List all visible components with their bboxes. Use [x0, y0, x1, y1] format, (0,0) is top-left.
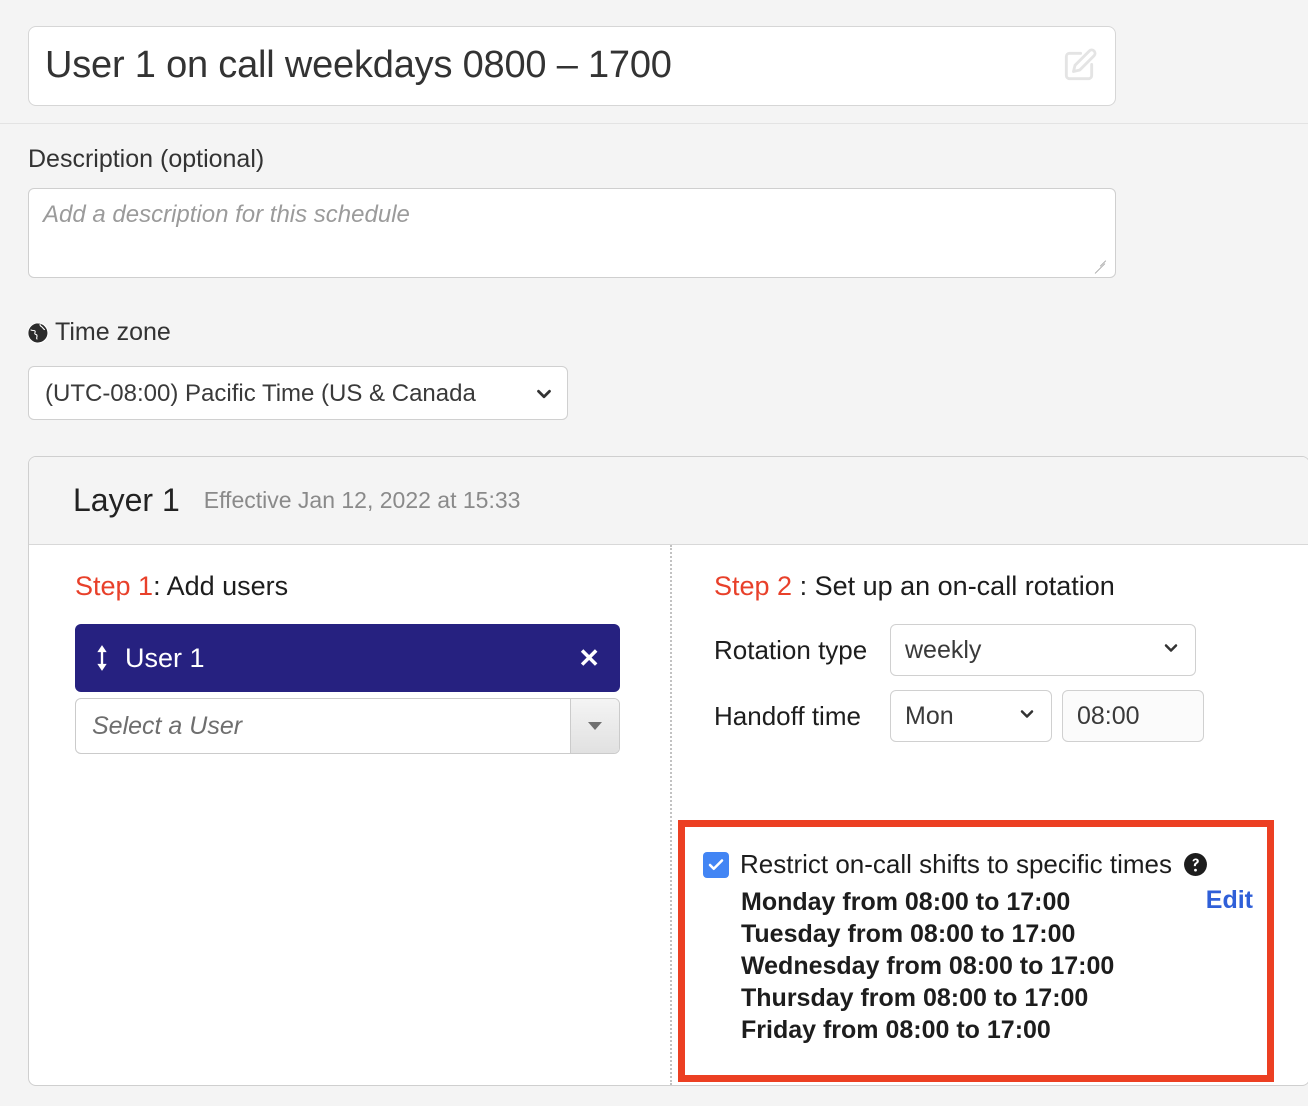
- title-divider: [0, 123, 1308, 124]
- user-chip-name: User 1: [125, 642, 205, 673]
- rotation-type-value: weekly: [905, 635, 982, 664]
- restrict-shifts-highlight-box: Restrict on-call shifts to specific time…: [678, 820, 1274, 1082]
- timezone-label-row: Time zone: [26, 318, 171, 347]
- list-item: Wednesday from 08:00 to 17:00: [741, 952, 1115, 980]
- handoff-time-input[interactable]: [1062, 690, 1204, 742]
- chevron-down-icon: [1161, 636, 1181, 665]
- close-icon[interactable]: ✕: [578, 645, 600, 671]
- updown-arrow-icon[interactable]: [93, 644, 111, 672]
- restrict-shifts-label: Restrict on-call shifts to specific time…: [740, 849, 1173, 879]
- schedule-title-field[interactable]: User 1 on call weekdays 0800 – 1700: [28, 26, 1116, 106]
- layer-header: Layer 1 Effective Jan 12, 2022 at 15:33: [29, 457, 1308, 545]
- question-circle-icon[interactable]: [1183, 852, 1208, 877]
- triangle-down-icon[interactable]: [570, 699, 619, 753]
- pencil-square-icon[interactable]: [1057, 44, 1101, 88]
- step2-number: Step 2: [714, 571, 793, 601]
- timezone-label: Time zone: [55, 318, 171, 346]
- handoff-time-row: Handoff time Mon: [714, 690, 1308, 742]
- step2-heading: Step 2 : Set up an on-call rotation: [714, 571, 1308, 602]
- schedule-title-text: User 1 on call weekdays 0800 – 1700: [45, 45, 672, 87]
- rotation-type-row: Rotation type weekly: [714, 624, 1308, 676]
- select-user-combobox[interactable]: [75, 698, 620, 754]
- chevron-down-icon: [1017, 702, 1037, 731]
- step1-column: Step 1: Add users User 1 ✕: [29, 545, 669, 1085]
- restrict-shifts-checkbox[interactable]: [703, 851, 729, 878]
- rotation-type-label: Rotation type: [714, 634, 868, 665]
- restrict-shifts-row: Restrict on-call shifts to specific time…: [703, 849, 1247, 880]
- list-item: Thursday from 08:00 to 17:00: [741, 984, 1089, 1012]
- rotation-type-select[interactable]: weekly: [890, 624, 1196, 676]
- restricted-times-list: Edit Monday from 08:00 to 17:00 Tuesday …: [703, 886, 1253, 1046]
- step1-number: Step 1: [75, 571, 154, 601]
- handoff-time-label: Handoff time: [714, 700, 861, 731]
- step1-title: : Add users: [153, 571, 289, 601]
- layer-effective-date: Effective Jan 12, 2022 at 15:33: [203, 487, 521, 513]
- edit-restrictions-link[interactable]: Edit: [1206, 886, 1253, 915]
- description-label: Description (optional): [28, 145, 265, 173]
- handoff-day-value: Mon: [905, 701, 954, 730]
- step1-heading: Step 1: Add users: [75, 571, 669, 602]
- select-user-input[interactable]: [76, 699, 570, 753]
- description-input[interactable]: [28, 188, 1116, 278]
- timezone-select[interactable]: (UTC-08:00) Pacific Time (US & Canada: [28, 366, 568, 420]
- list-item: Tuesday from 08:00 to 17:00: [741, 920, 1076, 948]
- globe-icon: [26, 321, 50, 345]
- layer-title: Layer 1: [73, 482, 180, 518]
- list-item: Friday from 08:00 to 17:00: [741, 1016, 1051, 1044]
- step2-title: : Set up an on-call rotation: [792, 571, 1115, 601]
- user-chip-user-1[interactable]: User 1 ✕: [75, 624, 620, 692]
- handoff-day-select[interactable]: Mon: [890, 690, 1052, 742]
- list-item: Monday from 08:00 to 17:00: [741, 888, 1071, 916]
